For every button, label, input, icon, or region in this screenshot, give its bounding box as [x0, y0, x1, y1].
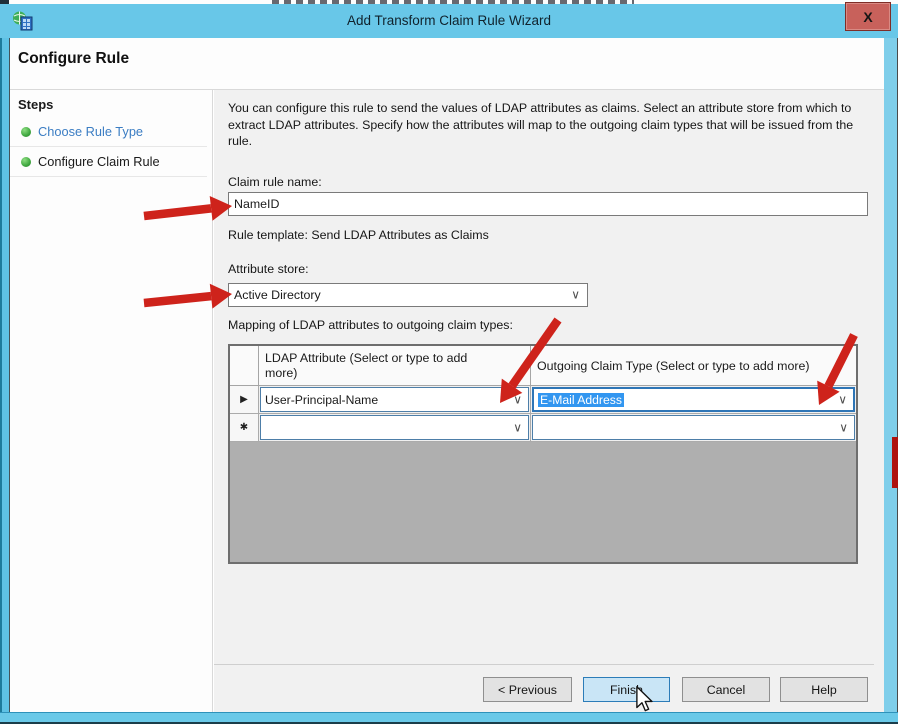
step-separator: [10, 176, 207, 177]
window-border-left: [0, 4, 10, 724]
outgoing-claim-type-combobox[interactable]: E-Mail Address ∨: [532, 387, 855, 412]
table-row-new: ✱ ∨ ∨: [230, 414, 856, 442]
window-border-bottom: [0, 712, 898, 724]
window-border-right: [884, 4, 898, 724]
page-title: Configure Rule: [18, 50, 129, 68]
window-title: Add Transform Claim Rule Wizard: [0, 13, 898, 28]
step-bullet-icon: [21, 127, 31, 137]
attribute-store-label: Attribute store:: [228, 262, 309, 276]
titlebar: Add Transform Claim Rule Wizard: [0, 4, 898, 38]
rule-description: You can configure this rule to send the …: [228, 100, 876, 150]
chevron-down-icon: ∨: [513, 392, 522, 406]
ldap-attribute-combobox-empty[interactable]: ∨: [260, 415, 529, 440]
table-row: ▶ User-Principal-Name ∨ E-Mail Address ∨: [230, 386, 856, 414]
footer-separator: [214, 664, 874, 665]
red-annotation-mark: [892, 437, 898, 488]
ldap-attribute-combobox[interactable]: User-Principal-Name ∨: [260, 387, 529, 412]
outgoing-claim-type-combobox-empty[interactable]: ∨: [532, 415, 855, 440]
screen: Add Transform Claim Rule Wizard X Config…: [0, 0, 898, 724]
attribute-store-value: Active Directory: [234, 288, 321, 302]
outgoing-claim-type-cell: ∨: [531, 414, 856, 441]
close-icon: X: [863, 9, 872, 25]
ldap-attribute-cell: User-Principal-Name ∨: [259, 386, 531, 413]
outgoing-claim-type-column-header: Outgoing Claim Type (Select or type to a…: [531, 346, 856, 385]
cancel-button[interactable]: Cancel: [682, 677, 770, 702]
mapping-label: Mapping of LDAP attributes to outgoing c…: [228, 318, 513, 332]
row-selector-new[interactable]: ✱: [230, 414, 259, 441]
header-band: [10, 38, 884, 90]
claim-rule-name-input[interactable]: [228, 192, 868, 216]
steps-sidebar: [10, 90, 213, 712]
mapping-table-header: LDAP Attribute (Select or type to add mo…: [230, 346, 856, 386]
outgoing-claim-type-cell: E-Mail Address ∨: [531, 386, 856, 413]
mouse-cursor: [636, 686, 653, 712]
step-bullet-icon: [21, 157, 31, 167]
rule-template-label: Rule template: Send LDAP Attributes as C…: [228, 228, 489, 242]
selected-text: E-Mail Address: [538, 393, 624, 407]
step-label: Choose Rule Type: [38, 124, 143, 139]
chevron-down-icon: ∨: [838, 392, 847, 406]
step-item-choose-rule-type[interactable]: Choose Rule Type: [10, 117, 207, 147]
close-button[interactable]: X: [845, 2, 891, 31]
claim-rule-name-label: Claim rule name:: [228, 175, 322, 189]
finish-button[interactable]: Finish: [583, 677, 670, 702]
row-selector-header: [230, 346, 259, 385]
step-label: Configure Claim Rule: [38, 154, 160, 169]
previous-button[interactable]: < Previous: [483, 677, 572, 702]
row-selector-current[interactable]: ▶: [230, 386, 259, 413]
header-separator: [10, 89, 884, 90]
ldap-attribute-cell: ∨: [259, 414, 531, 441]
chevron-down-icon: ∨: [839, 420, 848, 434]
mapping-table: LDAP Attribute (Select or type to add mo…: [228, 344, 858, 564]
steps-heading: Steps: [18, 97, 53, 112]
help-button[interactable]: Help: [780, 677, 868, 702]
chevron-down-icon: ∨: [513, 420, 522, 434]
chevron-down-icon: ∨: [571, 287, 580, 301]
attribute-store-combobox[interactable]: Active Directory ∨: [228, 283, 588, 307]
ldap-attribute-column-header: LDAP Attribute (Select or type to add mo…: [259, 346, 531, 385]
step-item-configure-claim-rule[interactable]: Configure Claim Rule: [10, 147, 207, 177]
